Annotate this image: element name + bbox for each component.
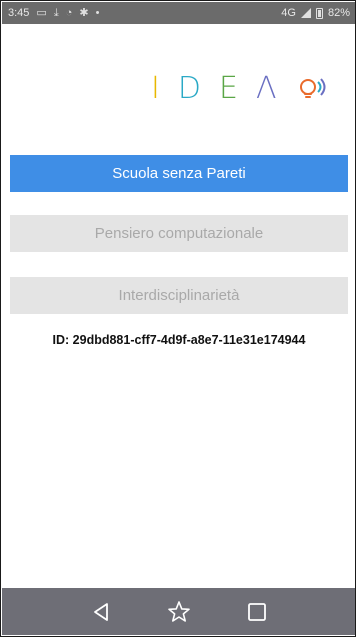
message-icon: ▭ — [36, 6, 47, 19]
status-left: 3:45 ▭ ⤓ ◔ ✱ • — [8, 7, 274, 19]
status-right: 4G 82% — [281, 7, 350, 19]
menu-button-label: Pensiero computazionale — [94, 225, 264, 242]
star-icon — [168, 600, 190, 622]
logo-letter-e: E — [218, 71, 240, 106]
app-screen: 3:45 ▭ ⤓ ◔ ✱ • 4G 82% I D E Λ Scuola sen… — [0, 0, 356, 637]
menu-button-interdisciplinarieta[interactable]: Interdisciplinarietà — [10, 277, 348, 314]
favorites-button[interactable] — [159, 592, 199, 632]
navigation-bar — [2, 588, 355, 635]
status-bar: 3:45 ▭ ⤓ ◔ ✱ • 4G 82% — [2, 2, 355, 24]
logo-letter-d: D — [177, 71, 203, 106]
back-button[interactable] — [81, 592, 121, 632]
status-time: 3:45 — [8, 7, 30, 19]
menu-button-scuola-senza-pareti[interactable]: Scuola senza Pareti — [10, 155, 348, 192]
back-icon — [94, 602, 108, 621]
battery-icon — [315, 7, 323, 19]
download-icon: ⤓ — [53, 6, 59, 19]
logo-lightbulb-icon — [300, 78, 326, 98]
battery-level: 82% — [327, 7, 350, 19]
idea-logo: I D E Λ — [151, 69, 341, 109]
menu-button-pensiero-computazionale[interactable]: Pensiero computazionale — [10, 215, 348, 252]
sync-icon: ◔ — [65, 6, 73, 19]
logo-letter-i: I — [151, 71, 162, 106]
device-id-text: ID: 29dbd881-cff7-4d9f-a8e7-11e31e174944 — [52, 333, 306, 347]
logo-letter-a: Λ — [255, 71, 279, 106]
dot-icon: • — [95, 6, 100, 19]
menu-button-label: Scuola senza Pareti — [112, 165, 246, 182]
menu-button-label: Interdisciplinarietà — [118, 287, 240, 304]
signal-icon — [300, 8, 311, 18]
network-type: 4G — [281, 7, 296, 19]
overview-button[interactable] — [237, 592, 277, 632]
puzzle-icon: ✱ — [79, 6, 89, 19]
square-icon — [248, 602, 266, 621]
